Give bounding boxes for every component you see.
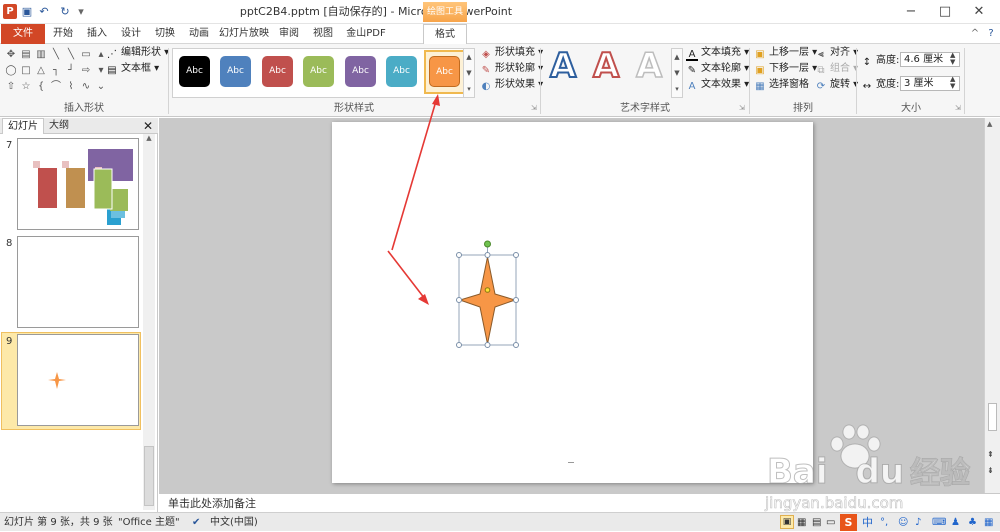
annotation-arrowhead [418,294,429,305]
annotation-arrow-up [391,100,437,251]
previous-slide-icon[interactable]: ⇞ [987,450,994,459]
toolbox-icon[interactable]: ▦ [984,513,993,532]
watermark-brand: Bai du 经验 [767,452,971,493]
baidu-watermark: Bai du 经验 jingyan.baidu.com [755,418,985,518]
scroll-up-icon[interactable]: ▲ [987,120,992,128]
slide-counter: 幻灯片 第 9 张，共 9 张 [4,517,113,528]
language: 中文(中国) [210,517,258,528]
spell-check-icon[interactable]: ✔ [192,513,200,532]
next-slide-icon[interactable]: ⇟ [987,466,994,475]
annotation-arrow-down [387,250,426,300]
watermark-url: jingyan.baidu.com [765,494,904,513]
scroll-thumb[interactable] [988,403,997,431]
theme-name: "Office 主题" [118,517,180,528]
annotation-arrowhead [432,94,440,106]
workspace-scrollbar[interactable]: ▲ ⇞ ⇟ [984,118,1000,493]
